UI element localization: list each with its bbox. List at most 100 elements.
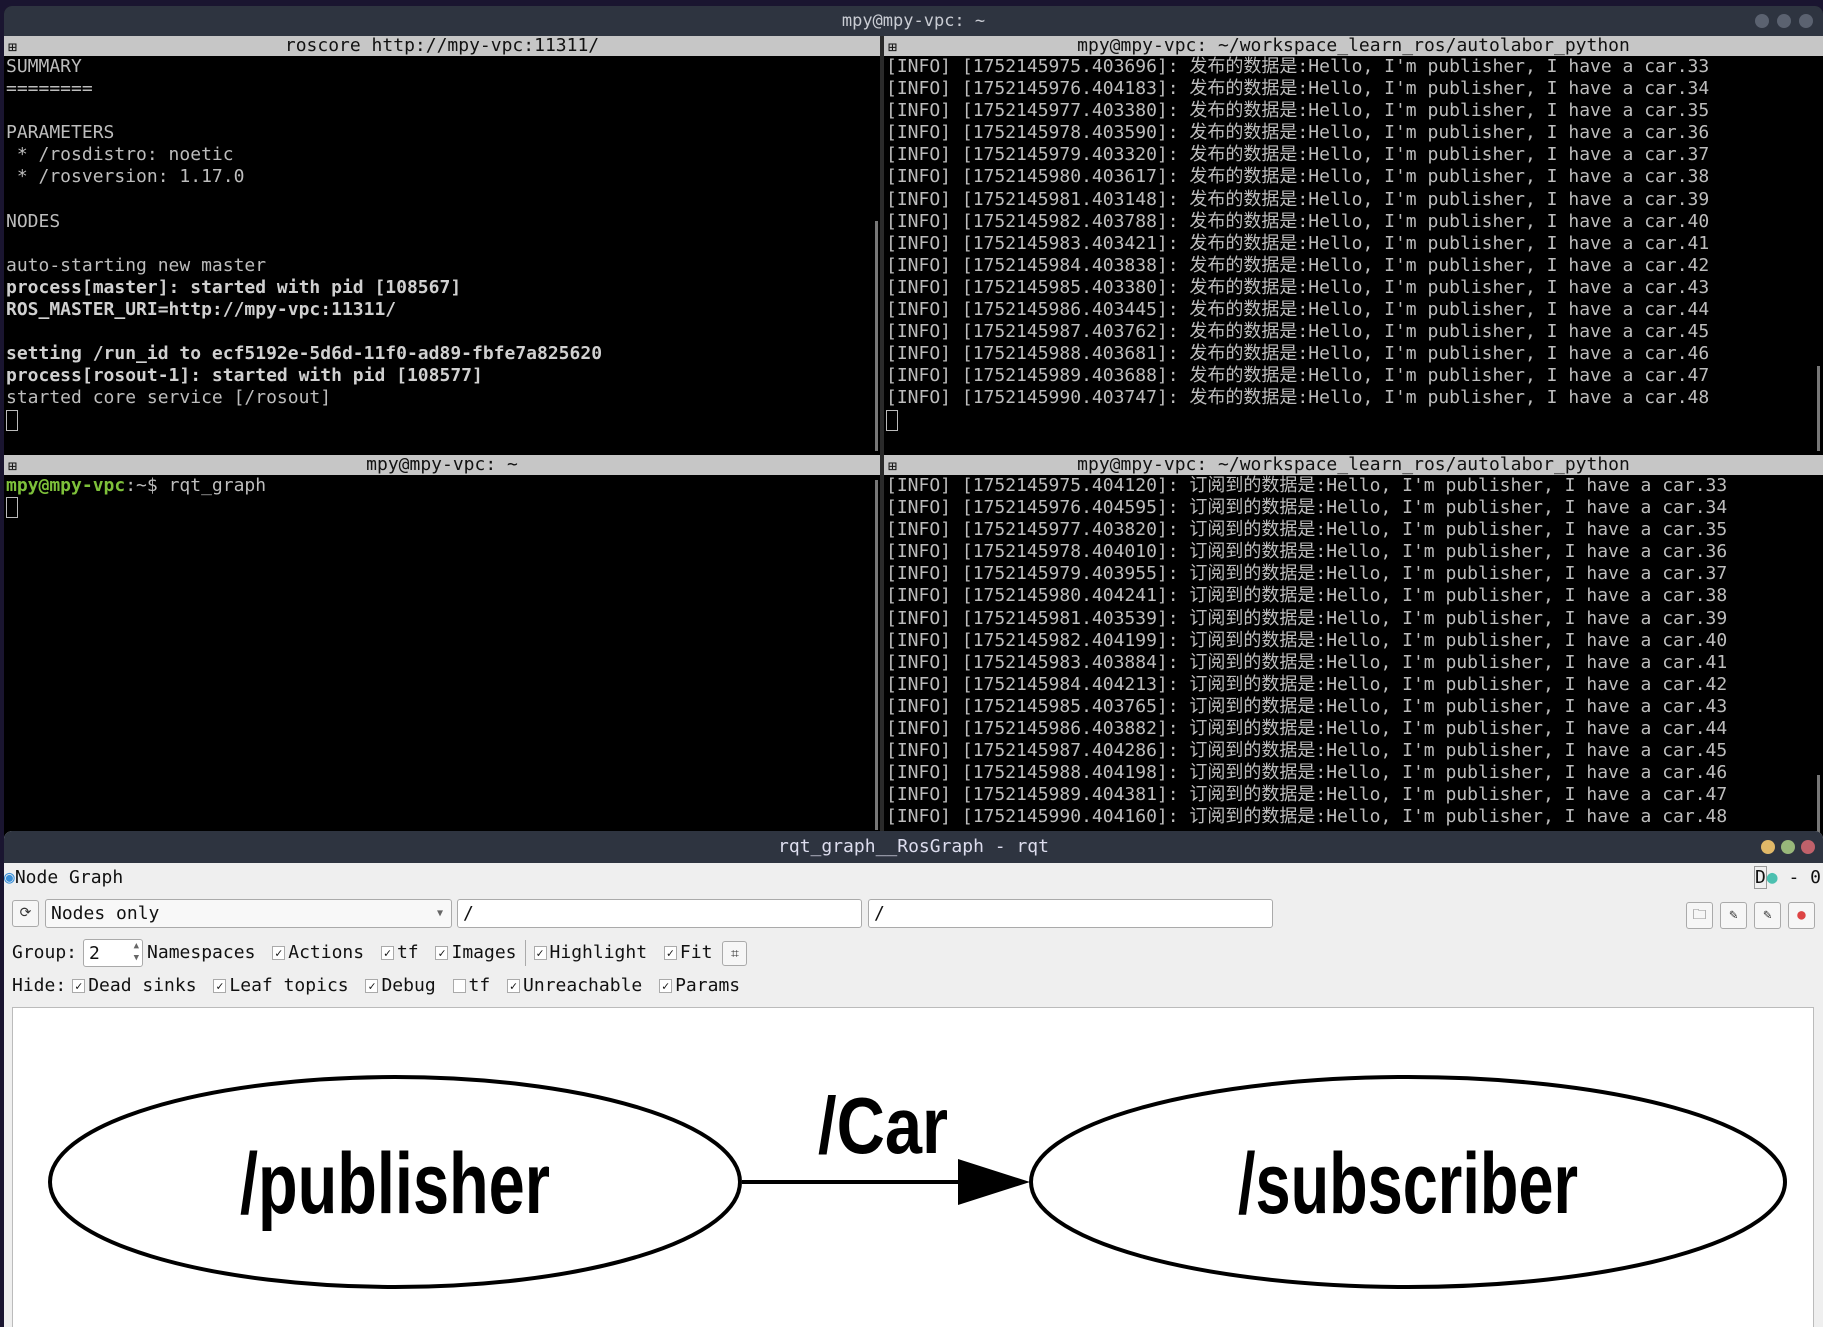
terminal-line: * /rosversion: 1.17.0 <box>6 166 245 188</box>
select-value: Nodes only <box>51 903 160 924</box>
log-line: [INFO] [1752145980.403617]: 发布的数据是:Hello… <box>886 166 1710 188</box>
graph-mode-select[interactable]: Nodes only ▼ <box>45 899 452 928</box>
node-subscriber-label: /subscriber <box>1238 1136 1578 1232</box>
checkbox-dead-sinks[interactable]: ✓ Dead sinks <box>66 975 207 996</box>
log-line: [INFO] [1752145976.404595]: 订阅到的数据是:Hell… <box>886 497 1728 519</box>
checkbox-label: Fit <box>679 942 713 963</box>
checkbox-box[interactable]: ✓ <box>272 946 286 960</box>
checkbox-box[interactable]: ✓ <box>72 979 86 993</box>
checkbox-label: Actions <box>288 942 365 963</box>
checkbox-box[interactable]: ✓ <box>533 946 547 960</box>
cursor <box>6 409 18 431</box>
prompt-path: :~$ <box>125 475 169 496</box>
checkbox-label: Params <box>675 975 741 996</box>
plugin-d-button[interactable]: D <box>1753 866 1767 889</box>
minimize-button[interactable] <box>1761 840 1775 854</box>
rqt-title: rqt_graph__RosGraph - rqt <box>778 836 1049 857</box>
scrollbar[interactable] <box>1817 775 1820 835</box>
checkbox-box[interactable]: ✓ <box>663 946 677 960</box>
checkbox-box[interactable]: ✓ <box>380 946 394 960</box>
terminal-window: mpy@mpy-vpc: ~ ⊞ roscore http://mpy-vpc:1… <box>4 6 1823 836</box>
pane-title: mpy@mpy-vpc: ~/workspace_learn_ros/autol… <box>1077 36 1630 56</box>
scrollbar[interactable] <box>1817 366 1820 451</box>
terminal-output: [INFO] [1752145975.403696]: 发布的数据是:Hello… <box>884 56 1823 432</box>
log-line: [INFO] [1752145979.403955]: 订阅到的数据是:Hell… <box>886 563 1728 585</box>
checkbox-label: Namespaces <box>147 942 256 963</box>
checkbox-namespaces[interactable]: Namespaces <box>147 942 266 963</box>
help-icon[interactable]: ● <box>1767 867 1778 888</box>
log-line: [INFO] [1752145982.404199]: 订阅到的数据是:Hell… <box>886 629 1728 651</box>
terminal-line: setting /run_id to ecf5192e-5d6d-11f0-ad… <box>6 343 603 365</box>
checkbox-tf[interactable]: tf <box>447 975 502 996</box>
pane-divider[interactable] <box>880 36 884 836</box>
terminal-line: started core service [/rosout] <box>6 387 332 409</box>
checkbox-label: Debug <box>381 975 436 996</box>
log-line: [INFO] [1752145978.403590]: 发布的数据是:Hello… <box>886 122 1710 144</box>
topic-filter-input[interactable]: / <box>868 899 1273 928</box>
checkbox-box[interactable]: ✓ <box>365 979 379 993</box>
refresh-button[interactable]: ⟳ <box>12 900 39 927</box>
checkbox-debug[interactable]: ✓ Debug <box>359 975 446 996</box>
group-spinbox[interactable]: 2 ▲ ▼ <box>83 939 144 967</box>
checkbox-tf[interactable]: ✓ tf <box>375 942 430 963</box>
log-line: [INFO] [1752145980.404241]: 订阅到的数据是:Hell… <box>886 585 1728 607</box>
maximize-button[interactable] <box>1777 14 1791 28</box>
pane-title: roscore http://mpy-vpc:11311/ <box>284 36 600 56</box>
save-image-button[interactable]: ● <box>1788 902 1815 929</box>
log-line: [INFO] [1752145983.403421]: 发布的数据是:Hello… <box>886 232 1710 254</box>
namespace-filter-input[interactable]: / <box>457 899 862 928</box>
log-line: [INFO] [1752145985.403380]: 发布的数据是:Hello… <box>886 276 1710 298</box>
checkbox-fit[interactable]: ✓ Fit <box>658 942 713 963</box>
checkbox-highlight[interactable]: ✓ Highlight <box>528 942 658 963</box>
close-button[interactable] <box>1799 14 1813 28</box>
plugin-controls[interactable]: - 0 <box>1788 867 1821 888</box>
refresh-icon: ⟳ <box>19 905 32 921</box>
scrollbar[interactable] <box>875 221 878 451</box>
pane-menu-icon[interactable]: ⊞ <box>8 456 17 476</box>
checkbox-box[interactable] <box>452 979 466 993</box>
log-line: [INFO] [1752145977.403820]: 订阅到的数据是:Hell… <box>886 519 1728 541</box>
prompt-user: mpy@mpy-vpc <box>6 475 126 496</box>
save-dot-button[interactable]: ✎ <box>1720 902 1747 929</box>
pane-menu-icon[interactable]: ⊞ <box>8 37 17 57</box>
terminal-line: ======== <box>6 78 93 100</box>
checkbox-box[interactable]: ✓ <box>213 979 227 993</box>
minimize-button[interactable] <box>1755 14 1769 28</box>
graph-canvas[interactable]: /publisher /Car /subscriber <box>12 1007 1814 1327</box>
load-dot-button[interactable]: 🗀 <box>1686 902 1713 929</box>
plugin-icon: ◉ <box>4 867 15 888</box>
close-button[interactable] <box>1801 840 1815 854</box>
save-icon: ✎ <box>1763 907 1772 923</box>
checkbox-leaf-topics[interactable]: ✓ Leaf topics <box>207 975 359 996</box>
pane-publisher[interactable]: ⊞ mpy@mpy-vpc: ~/workspace_learn_ros/auto… <box>884 36 1823 455</box>
pane-subscriber[interactable]: ⊞ mpy@mpy-vpc: ~/workspace_learn_ros/auto… <box>884 455 1823 836</box>
pane-roscore[interactable]: ⊞ roscore http://mpy-vpc:11311/ SUMMARY ==… <box>4 36 880 455</box>
terminal-output: SUMMARY ======== PARAMETERS * /rosdistro: … <box>4 56 880 432</box>
node-publisher-label: /publisher <box>240 1136 550 1232</box>
checkbox-images[interactable]: ✓ Images <box>429 942 517 963</box>
log-line: [INFO] [1752145990.403747]: 发布的数据是:Hello… <box>886 387 1710 409</box>
spin-arrows-icon[interactable]: ▲ ▼ <box>134 940 139 964</box>
pane-shell[interactable]: ⊞ mpy@mpy-vpc: ~ mpy@mpy-vpc:~$ rqt_graph <box>4 455 880 836</box>
maximize-button[interactable] <box>1781 840 1795 854</box>
terminal-line: ROS_MASTER_URI=http://mpy-vpc:11311/ <box>6 299 397 321</box>
checkbox-box[interactable]: ✓ <box>659 979 673 993</box>
checkbox-box[interactable]: ✓ <box>435 946 449 960</box>
topic-label[interactable]: /Car <box>818 1081 948 1170</box>
scrollbar[interactable] <box>875 480 878 830</box>
checkbox-label: Leaf topics <box>229 975 349 996</box>
log-line: [INFO] [1752145990.404160]: 订阅到的数据是:Hell… <box>886 806 1728 828</box>
pane-menu-icon[interactable]: ⊞ <box>888 456 897 476</box>
checkbox-unreachable[interactable]: ✓ Unreachable <box>501 975 653 996</box>
fit-view-button[interactable]: ⌗ <box>722 940 748 966</box>
pane-menu-icon[interactable]: ⊞ <box>888 37 897 57</box>
checkbox-actions[interactable]: ✓ Actions <box>266 942 375 963</box>
save-svg-button[interactable]: ✎ <box>1754 902 1781 929</box>
checkbox-box[interactable]: ✓ <box>507 979 521 993</box>
log-line: [INFO] [1752145989.403688]: 发布的数据是:Hello… <box>886 365 1710 387</box>
log-line: [INFO] [1752145978.404010]: 订阅到的数据是:Hell… <box>886 541 1728 563</box>
terminal-line: auto-starting new master <box>6 254 267 276</box>
checkbox-params[interactable]: ✓ Params <box>653 975 740 996</box>
